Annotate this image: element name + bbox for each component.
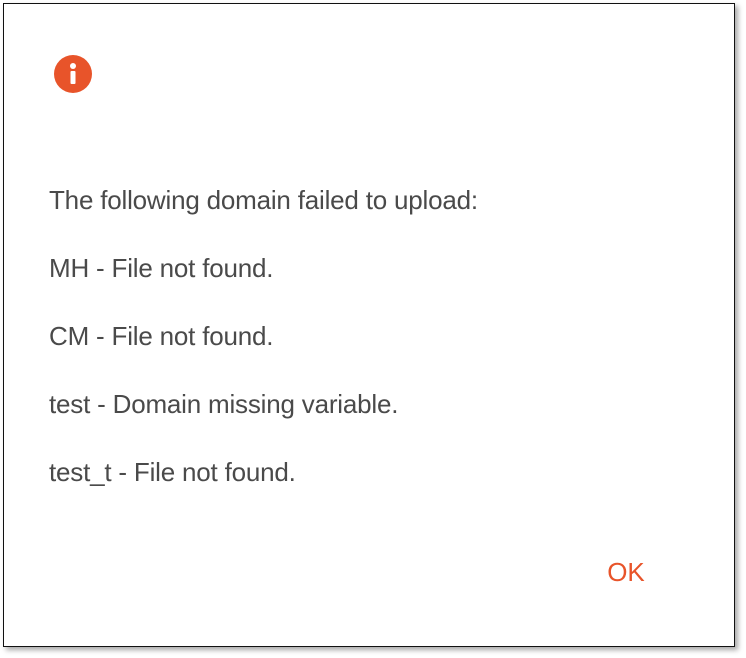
error-line-mh: MH - File not found. bbox=[49, 253, 274, 283]
info-icon bbox=[54, 55, 92, 93]
error-heading: The following domain failed to upload: bbox=[49, 185, 478, 215]
error-message-list: The following domain failed to upload: M… bbox=[49, 184, 478, 524]
ok-button[interactable]: OK bbox=[588, 550, 664, 594]
error-line-cm: CM - File not found. bbox=[49, 321, 274, 351]
error-line-test: test - Domain missing variable. bbox=[49, 389, 399, 419]
error-line-test-t: test_t - File not found. bbox=[49, 457, 296, 487]
upload-error-dialog: The following domain failed to upload: M… bbox=[3, 3, 735, 647]
